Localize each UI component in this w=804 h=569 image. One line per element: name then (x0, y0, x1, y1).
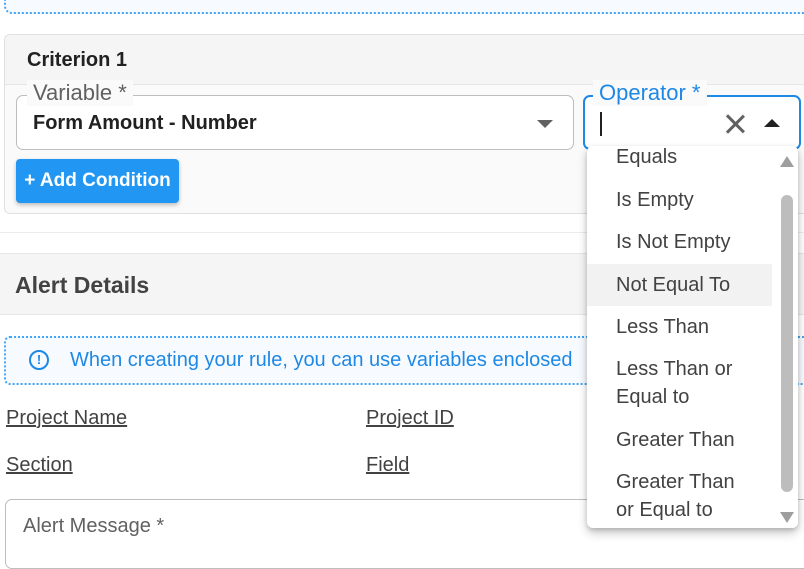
option-is-not-empty[interactable]: Is Not Empty (587, 228, 772, 256)
scroll-down-icon[interactable] (780, 512, 794, 523)
operator-label: Operator * (593, 80, 707, 106)
variable-link-field[interactable]: Field (366, 454, 409, 477)
criterion-title: Criterion 1 (27, 49, 128, 71)
option-less-than-or-equal-to[interactable]: Less Than or Equal to (587, 355, 772, 411)
variable-label: Variable * (27, 80, 133, 106)
operator-dropdown[interactable]: Equals Is Empty Is Not Empty Not Equal T… (587, 146, 798, 528)
chevron-up-icon[interactable] (764, 119, 780, 127)
option-greater-than-or-equal-to[interactable]: Greater Than or Equal to (587, 468, 772, 524)
option-greater-than[interactable]: Greater Than (587, 426, 772, 454)
alert-message-label: Alert Message * (23, 515, 165, 537)
variable-value: Form Amount - Number (33, 112, 257, 134)
chevron-down-icon[interactable] (537, 120, 553, 128)
variable-select[interactable]: Variable * Form Amount - Number (16, 80, 574, 150)
alert-details-title: Alert Details (15, 272, 150, 298)
option-not-equal-to[interactable]: Not Equal To (587, 264, 772, 306)
dropdown-scrollbar[interactable] (775, 146, 798, 528)
info-text: When creating your rule, you can use var… (70, 349, 573, 371)
variable-link-section[interactable]: Section (6, 454, 73, 477)
criterion-header: Criterion 1 (5, 35, 804, 85)
add-condition-button[interactable]: + Add Condition (16, 159, 179, 203)
info-icon: ! (29, 350, 49, 370)
operator-select[interactable]: Operator * (583, 80, 801, 150)
variable-link-project-id[interactable]: Project ID (366, 407, 454, 430)
scrollbar-thumb[interactable] (781, 195, 793, 492)
top-info-box (4, 0, 804, 14)
option-less-than[interactable]: Less Than (587, 313, 772, 341)
option-is-empty[interactable]: Is Empty (587, 186, 772, 214)
scroll-up-icon[interactable] (780, 156, 794, 167)
option-equals[interactable]: Equals (587, 146, 772, 171)
text-cursor (600, 112, 602, 136)
clear-icon[interactable] (723, 112, 747, 136)
variable-link-project-name[interactable]: Project Name (6, 407, 127, 430)
